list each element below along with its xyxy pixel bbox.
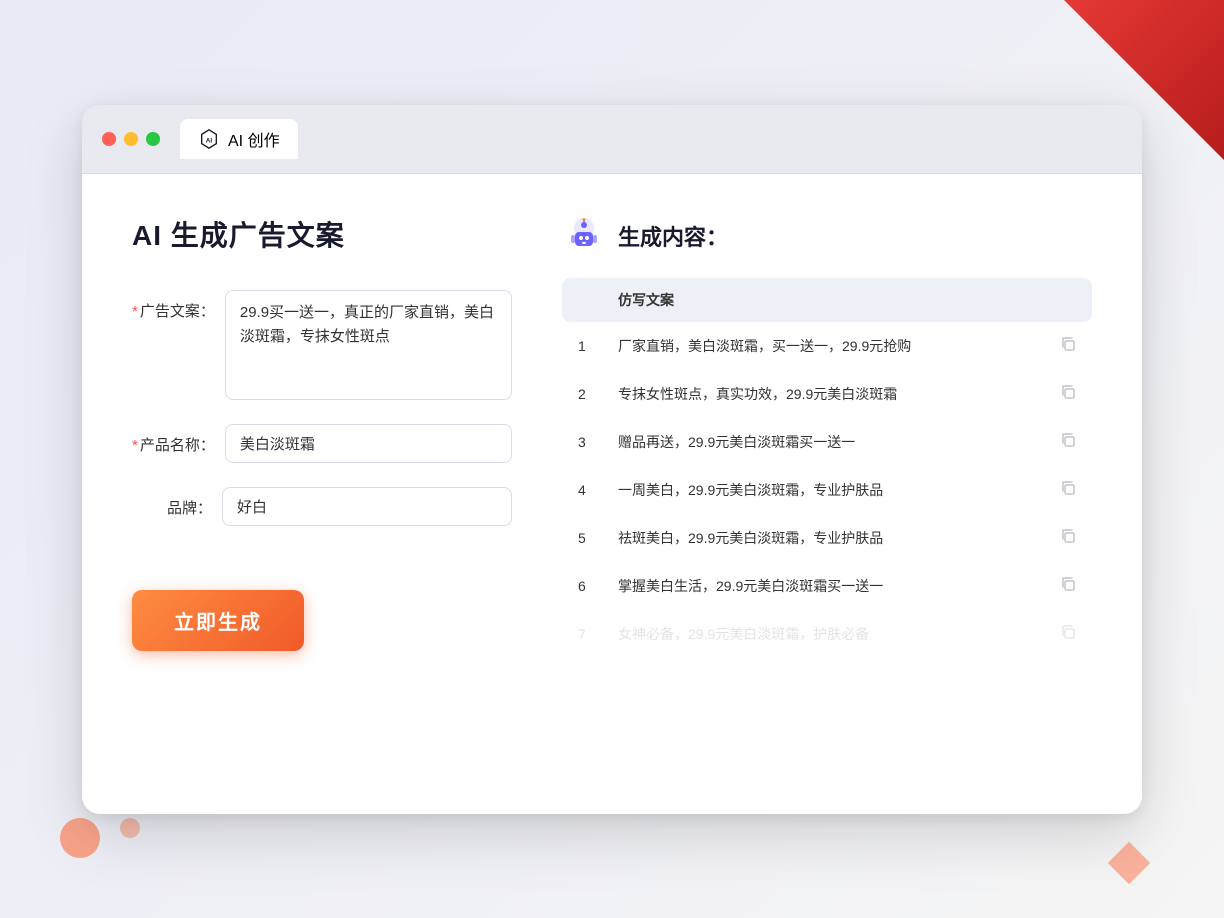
result-title: 生成内容： — [618, 220, 728, 252]
copy-button[interactable] — [1044, 610, 1092, 658]
bg-decoration-bottom-right — [1108, 842, 1150, 884]
row-number: 1 — [562, 322, 602, 370]
copy-button[interactable] — [1044, 562, 1092, 610]
ad-copy-input[interactable] — [225, 290, 512, 400]
col-copy: 仿写文案 — [602, 278, 1044, 322]
table-row: 7女神必备，29.9元美白淡斑霜，护肤必备 — [562, 610, 1092, 658]
ai-tab-icon: AI — [198, 128, 220, 150]
row-number: 2 — [562, 370, 602, 418]
title-bar: AI AI 创作 — [82, 105, 1142, 174]
ad-copy-label: *广告文案： — [132, 290, 215, 321]
row-copy-text: 赠品再送，29.9元美白淡斑霜买一送一 — [602, 418, 1044, 466]
col-num — [562, 278, 602, 322]
main-content: AI 生成广告文案 *广告文案： *产品名称： 品牌： 立 — [82, 174, 1142, 814]
browser-window: AI AI 创作 AI 生成广告文案 *广告文案： *产品名称： — [82, 105, 1142, 814]
product-name-label: *产品名称： — [132, 424, 215, 455]
row-copy-text: 一周美白，29.9元美白淡斑霜，专业护肤品 — [602, 466, 1044, 514]
table-header-row: 仿写文案 — [562, 278, 1092, 322]
table-row: 5祛斑美白，29.9元美白淡斑霜，专业护肤品 — [562, 514, 1092, 562]
svg-text:AI: AI — [206, 137, 213, 144]
row-copy-text: 祛斑美白，29.9元美白淡斑霜，专业护肤品 — [602, 514, 1044, 562]
maximize-button[interactable] — [146, 132, 160, 146]
robot-icon — [562, 214, 606, 258]
product-name-field: *产品名称： — [132, 424, 512, 463]
row-copy-text: 掌握美白生活，29.9元美白淡斑霜买一送一 — [602, 562, 1044, 610]
row-number: 7 — [562, 610, 602, 658]
row-number: 4 — [562, 466, 602, 514]
row-copy-text: 专抹女性斑点，真实功效，29.9元美白淡斑霜 — [602, 370, 1044, 418]
row-number: 3 — [562, 418, 602, 466]
minimize-button[interactable] — [124, 132, 138, 146]
row-number: 6 — [562, 562, 602, 610]
right-panel: 生成内容： 仿写文案 1厂家直销，美白淡斑霜，买一送一，29.9元抢购2专抹女性… — [562, 214, 1092, 774]
window-controls — [102, 132, 160, 146]
required-star-product: * — [132, 437, 138, 454]
brand-input[interactable] — [222, 487, 512, 526]
copy-button[interactable] — [1044, 514, 1092, 562]
table-row: 2专抹女性斑点，真实功效，29.9元美白淡斑霜 — [562, 370, 1092, 418]
ai-creation-tab[interactable]: AI AI 创作 — [180, 119, 298, 159]
required-star-ad: * — [132, 303, 138, 320]
table-row: 1厂家直销，美白淡斑霜，买一送一，29.9元抢购 — [562, 322, 1092, 370]
brand-field: 品牌： — [132, 487, 512, 526]
table-row: 3赠品再送，29.9元美白淡斑霜买一送一 — [562, 418, 1092, 466]
table-row: 6掌握美白生活，29.9元美白淡斑霜买一送一 — [562, 562, 1092, 610]
page-title: AI 生成广告文案 — [132, 214, 512, 254]
tab-label: AI 创作 — [228, 127, 280, 151]
product-name-input[interactable] — [225, 424, 512, 463]
row-copy-text: 厂家直销，美白淡斑霜，买一送一，29.9元抢购 — [602, 322, 1044, 370]
ad-copy-field: *广告文案： — [132, 290, 512, 400]
copy-button[interactable] — [1044, 466, 1092, 514]
result-table: 仿写文案 1厂家直销，美白淡斑霜，买一送一，29.9元抢购2专抹女性斑点，真实功… — [562, 278, 1092, 658]
bg-decoration-bottom-left — [60, 818, 100, 858]
copy-button[interactable] — [1044, 418, 1092, 466]
bg-decoration-bottom-left2 — [120, 818, 140, 838]
copy-button[interactable] — [1044, 322, 1092, 370]
result-header: 生成内容： — [562, 214, 1092, 258]
close-button[interactable] — [102, 132, 116, 146]
row-copy-text: 女神必备，29.9元美白淡斑霜，护肤必备 — [602, 610, 1044, 658]
copy-button[interactable] — [1044, 370, 1092, 418]
left-panel: AI 生成广告文案 *广告文案： *产品名称： 品牌： 立 — [132, 214, 512, 774]
table-row: 4一周美白，29.9元美白淡斑霜，专业护肤品 — [562, 466, 1092, 514]
generate-button[interactable]: 立即生成 — [132, 590, 304, 651]
brand-label: 品牌： — [132, 487, 212, 518]
col-action — [1044, 278, 1092, 322]
row-number: 5 — [562, 514, 602, 562]
